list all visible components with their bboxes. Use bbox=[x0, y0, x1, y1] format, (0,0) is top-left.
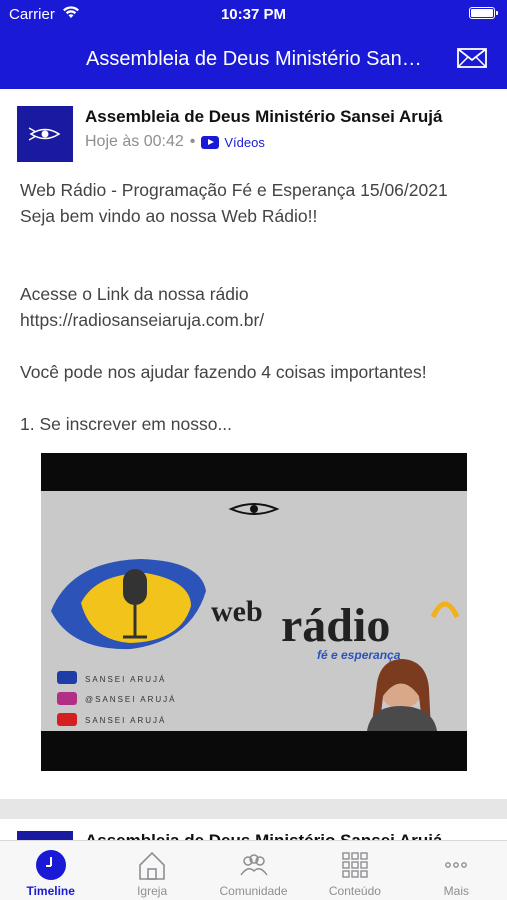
tab-igreja[interactable]: Igreja bbox=[101, 841, 202, 900]
post-author[interactable]: Assembleia de Deus Ministério Sansei Aru… bbox=[85, 107, 442, 127]
instagram-icon bbox=[57, 692, 77, 705]
smiling-woman-figure bbox=[367, 659, 437, 731]
timeline-feed[interactable]: Assembleia de Deus Ministério Sansei Aru… bbox=[0, 89, 507, 840]
post-line: Você pode nos ajudar fazendo 4 coisas im… bbox=[20, 362, 427, 382]
tab-label: Timeline bbox=[26, 884, 75, 898]
people-icon bbox=[239, 854, 268, 876]
thumbnail-subtitle: fé e esperança bbox=[317, 648, 401, 662]
church-avatar[interactable] bbox=[17, 106, 73, 162]
thumbnail-artwork: web rádio fé e esperança SANSEI ARUJÁ @S… bbox=[51, 503, 460, 731]
tab-bar: Timeline Igreja Comunidade Conteúdo Mais bbox=[0, 840, 507, 900]
church-icon bbox=[139, 851, 165, 880]
church-logo-icon bbox=[228, 503, 280, 515]
clock-time: 10:37 PM bbox=[220, 6, 287, 23]
church-logo-icon bbox=[28, 127, 61, 141]
tab-conteudo[interactable]: Conteúdo bbox=[304, 841, 405, 900]
envelope-icon[interactable] bbox=[457, 48, 487, 68]
nav-bar: Assembleia de Deus Ministério Sansei Aru… bbox=[0, 28, 507, 89]
post-time: Hoje às 00:42 bbox=[85, 133, 184, 150]
meta-separator: • bbox=[189, 133, 196, 150]
clock-icon bbox=[35, 850, 66, 880]
battery-icon bbox=[469, 7, 498, 19]
status-bar: Carrier 10:37 PM bbox=[0, 0, 507, 28]
tab-label: Conteúdo bbox=[328, 884, 381, 898]
tab-mais[interactable]: Mais bbox=[406, 841, 507, 900]
social-handle: SANSEI ARUJÁ bbox=[85, 716, 166, 725]
social-handle: SANSEI ARUJÁ bbox=[85, 675, 166, 684]
tab-label: Mais bbox=[443, 884, 469, 898]
grid-icon bbox=[342, 852, 368, 878]
headphones-icon bbox=[430, 601, 460, 619]
nav-title: Assembleia de Deus Ministério Sansei Aru… bbox=[86, 48, 426, 70]
video-icon bbox=[201, 135, 220, 149]
youtube-icon bbox=[57, 713, 77, 726]
post-category[interactable]: Vídeos bbox=[224, 135, 264, 150]
post-body[interactable]: Web Rádio - Programação Fé e Esperança 1… bbox=[20, 177, 490, 437]
church-avatar[interactable] bbox=[17, 831, 73, 840]
post-author[interactable]: Assembleia de Deus Ministério Sansei Aru… bbox=[85, 831, 442, 840]
post-meta: Hoje às 00:42 • Vídeos bbox=[85, 133, 265, 151]
thumbnail-title-small: web bbox=[211, 595, 263, 628]
tab-timeline[interactable]: Timeline bbox=[0, 841, 101, 900]
tab-comunidade[interactable]: Comunidade bbox=[203, 841, 304, 900]
video-thumbnail[interactable]: web rádio fé e esperança SANSEI ARUJÁ @S… bbox=[41, 453, 467, 771]
tab-label: Igreja bbox=[137, 884, 168, 898]
post-line: Seja bem vindo ao nossa Web Rádio!! bbox=[20, 206, 318, 226]
thumbnail-title-large: rádio bbox=[281, 599, 390, 652]
post-line: Acesse o Link da nossa rádio bbox=[20, 284, 249, 304]
post-line: Web Rádio - Programação Fé e Esperança 1… bbox=[20, 180, 448, 200]
post-separator bbox=[0, 799, 507, 819]
more-icon bbox=[445, 862, 468, 868]
social-handle: @SANSEI ARUJÁ bbox=[85, 695, 176, 704]
post-line: 1. Se inscrever em nosso... bbox=[20, 414, 233, 434]
tab-label: Comunidade bbox=[219, 884, 288, 898]
facebook-icon bbox=[57, 671, 77, 684]
post-link[interactable]: https://radiosanseiaruja.com.br/ bbox=[20, 307, 490, 333]
